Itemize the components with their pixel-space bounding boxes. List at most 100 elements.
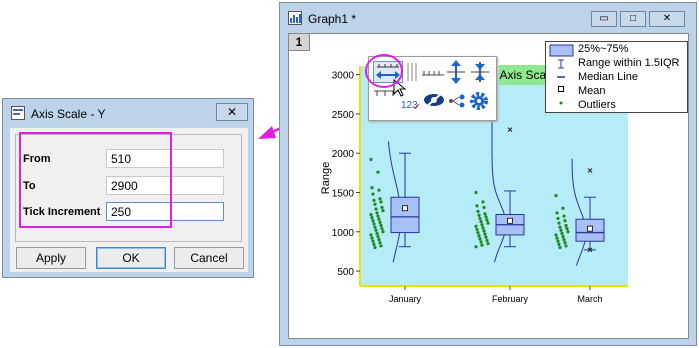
scatter-point: [381, 230, 385, 234]
edit-mark-icon: ✓: [413, 102, 422, 113]
scatter-point: [560, 231, 564, 235]
scatter-point: [372, 198, 376, 202]
scatter-point: [374, 207, 378, 211]
scatter-point: [372, 222, 376, 226]
legend-item-box: 25%~75%: [578, 43, 629, 55]
vertical-expand-icon[interactable]: [445, 60, 467, 84]
scatter-point: [476, 230, 480, 235]
scatter-point: [475, 227, 479, 232]
scatter-point: [371, 192, 375, 196]
scatter-point: [476, 209, 480, 213]
mean-marker: [402, 205, 408, 212]
scatter-point: [380, 227, 384, 231]
scatter-point: [483, 232, 487, 236]
scatter-point: [554, 233, 558, 237]
highlight-circle: [365, 54, 403, 88]
legend-item-whisker: Range within 1.5IQR: [578, 57, 680, 69]
ruler-icon[interactable]: [405, 61, 419, 83]
scatter-point: [380, 205, 384, 210]
y-tick-label: 3000: [332, 71, 355, 82]
show-hide-icon[interactable]: [423, 92, 445, 108]
scatter-point: [372, 242, 376, 246]
scatter-point: [484, 215, 488, 219]
scatter-point: [369, 157, 373, 162]
scatter-point: [565, 227, 569, 231]
scatter-point: [381, 208, 385, 213]
scatter-point: [474, 245, 478, 249]
scatter-point: [379, 200, 383, 204]
scatter-point: [370, 186, 374, 190]
scatter-point: [481, 200, 485, 204]
iqr-box: [390, 196, 420, 234]
scatter-point: [371, 219, 375, 223]
scatter-point: [376, 234, 380, 239]
scatter-point: [373, 245, 377, 250]
scatter-point: [379, 244, 383, 248]
scatter-point: [486, 221, 490, 225]
scatter-point: [561, 234, 565, 239]
x-tick-label: February: [492, 294, 529, 304]
scatter-point: [564, 244, 568, 248]
scatter-point: [484, 235, 488, 239]
scatter-point: [482, 205, 486, 210]
scatter-point: [558, 225, 562, 229]
y-tick-label: 1000: [332, 228, 355, 239]
scatter-point: [377, 188, 381, 192]
scatter-point: [562, 214, 566, 218]
scatter-point: [475, 204, 479, 208]
scatter-point: [477, 234, 481, 238]
scatter-point: [373, 202, 377, 206]
y-tick-label: 2000: [332, 149, 355, 160]
scatter-point: [558, 245, 562, 250]
scatter-point: [379, 223, 383, 228]
scatter-point: [479, 219, 483, 224]
legend-item-median: Median Line: [578, 71, 638, 83]
scatter-point: [564, 223, 568, 228]
tick-spacing-icon[interactable]: [421, 63, 445, 83]
scatter-point: [554, 194, 558, 198]
scatter-point: [563, 241, 567, 245]
gear-icon[interactable]: [469, 91, 489, 111]
scatter-point: [486, 241, 490, 246]
scatter-point: [482, 229, 486, 233]
scatter-point: [376, 214, 380, 218]
scatter-point: [369, 233, 373, 237]
scatter-point: [369, 212, 373, 217]
scatter-point: [374, 228, 378, 232]
scatter-point: [378, 220, 382, 224]
scatter-point: [478, 237, 482, 241]
scatter-point: [375, 211, 379, 215]
scatter-point: [556, 216, 560, 221]
y-axis-title: Range: [320, 162, 332, 194]
scatter-point: [377, 217, 381, 221]
scatter-point: [371, 239, 375, 243]
connect-icon[interactable]: [447, 93, 467, 109]
scatter-point: [556, 239, 560, 243]
legend-item-mean: Mean: [578, 85, 606, 97]
y-tick-label: 2500: [332, 110, 355, 121]
scatter-point: [557, 242, 561, 246]
legend[interactable]: 25%~75% Range within 1.5IQR Median Line …: [545, 41, 688, 113]
vertical-shrink-icon[interactable]: [469, 60, 491, 84]
scatter-point: [370, 216, 374, 220]
scatter-point: [474, 190, 478, 195]
scatter-point: [375, 231, 379, 235]
scatter-point: [480, 243, 484, 247]
scatter-point: [474, 224, 478, 228]
y-tick-label: 1500: [332, 189, 355, 200]
scatter-point: [370, 236, 374, 240]
scatter-point: [483, 212, 487, 216]
x-tick-label: January: [389, 294, 422, 304]
scatter-point: [478, 216, 482, 221]
scatter-point: [378, 241, 382, 245]
scatter-point: [563, 219, 567, 223]
scatter-point: [562, 238, 566, 242]
scatter-point: [378, 197, 382, 201]
y-tick-label: 500: [337, 267, 354, 278]
scatter-point: [555, 236, 559, 240]
y-ticks: 500 1000 1500 2000 2500 3000: [332, 71, 360, 278]
scatter-point: [481, 226, 485, 230]
x-tick-label: March: [577, 294, 602, 304]
x-tick-labels: January February March: [389, 286, 603, 304]
scatter-point: [566, 230, 570, 234]
